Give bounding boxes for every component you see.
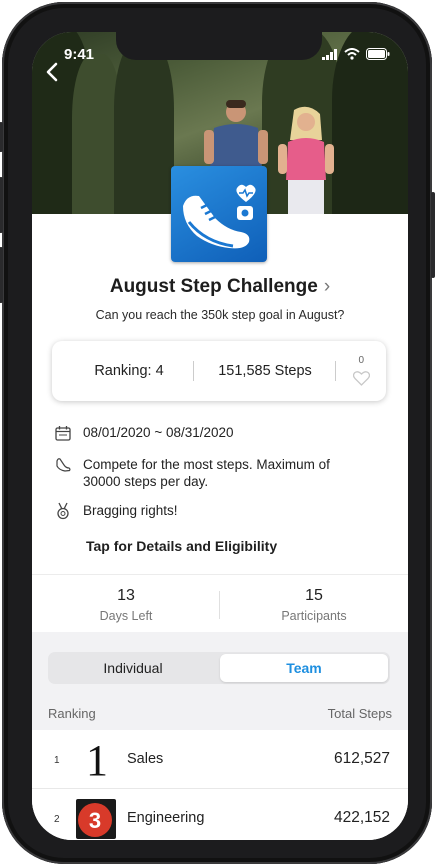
heart-icon xyxy=(352,371,371,386)
volume-up-button xyxy=(0,177,3,233)
signal-icon xyxy=(322,48,337,60)
phone-frame: 9:41 August Step Challenge › Can you rea… xyxy=(0,2,435,864)
like-button[interactable] xyxy=(352,371,371,391)
steps-stat: 151,585 Steps xyxy=(218,363,312,379)
leaderboard-header: Ranking Total Steps xyxy=(32,696,408,730)
battery-icon xyxy=(366,48,390,60)
badge-number: 1 xyxy=(86,736,108,785)
date-range-text: 08/01/2020 ~ 08/31/2020 xyxy=(83,425,234,440)
row-rank: 2 xyxy=(54,814,60,825)
date-range-row: 08/01/2020 ~ 08/31/2020 xyxy=(54,424,234,442)
row-rank: 1 xyxy=(54,755,60,766)
counts-bar: 13 Days Left 15 Participants xyxy=(32,574,408,634)
title-chevron-icon: › xyxy=(323,276,331,297)
days-left-label: Days Left xyxy=(99,609,153,623)
runner-woman-image xyxy=(278,106,334,214)
segment-team[interactable]: Team xyxy=(220,654,388,682)
back-button[interactable] xyxy=(46,62,68,88)
badge-number: 3 xyxy=(88,808,102,833)
reward-row: Bragging rights! xyxy=(54,502,178,520)
challenge-subtitle: Can you reach the 350k step goal in Augu… xyxy=(95,308,345,322)
challenge-title-row[interactable]: August Step Challenge › xyxy=(32,276,408,298)
challenge-title: August Step Challenge xyxy=(109,276,318,297)
back-chevron-icon xyxy=(46,62,58,82)
details-eligibility-link[interactable]: Tap for Details and Eligibility xyxy=(86,538,277,554)
rules-line-2: 30000 steps per day. xyxy=(83,474,209,489)
days-left-value: 13 xyxy=(117,587,135,604)
screen: 9:41 August Step Challenge › Can you rea… xyxy=(32,32,408,840)
mute-switch xyxy=(0,122,3,152)
table-row[interactable]: 2 3 Engineering 422,152 xyxy=(32,789,408,840)
total-steps-column-header: Total Steps xyxy=(327,706,392,721)
like-count: 0 xyxy=(358,355,364,366)
ranking-column-header: Ranking xyxy=(48,706,96,721)
wifi-icon xyxy=(344,48,360,60)
team-badge-image: 3 xyxy=(76,799,116,839)
reward-text: Bragging rights! xyxy=(83,503,178,518)
medal-icon xyxy=(57,502,69,520)
participants-label: Participants xyxy=(281,609,347,623)
team-badge-image: 1 xyxy=(76,736,116,785)
team-name: Engineering xyxy=(127,810,205,826)
rules-row: Compete for the most steps. Maximum of 3… xyxy=(54,456,330,490)
segment-individual[interactable]: Individual xyxy=(48,652,218,684)
view-segmented-control: Individual Team xyxy=(48,652,390,684)
team-steps: 422,152 xyxy=(333,809,390,826)
status-bar: 9:41 xyxy=(32,46,408,66)
table-row[interactable]: 1 1 Sales 612,527 xyxy=(32,730,408,789)
challenge-app-icon xyxy=(171,166,267,262)
stats-card: Ranking: 4 151,585 Steps 0 xyxy=(52,341,386,401)
team-steps: 612,527 xyxy=(333,750,390,767)
power-button xyxy=(431,192,435,278)
participants-value: 15 xyxy=(305,587,323,604)
shoe-icon xyxy=(183,184,256,249)
rules-line-1: Compete for the most steps. Maximum of xyxy=(83,457,330,472)
shoe-outline-icon xyxy=(56,458,71,472)
calendar-icon xyxy=(55,426,71,441)
team-name: Sales xyxy=(127,751,164,767)
status-time: 9:41 xyxy=(64,46,95,63)
volume-down-button xyxy=(0,247,3,303)
ranking-stat: Ranking: 4 xyxy=(94,363,164,379)
